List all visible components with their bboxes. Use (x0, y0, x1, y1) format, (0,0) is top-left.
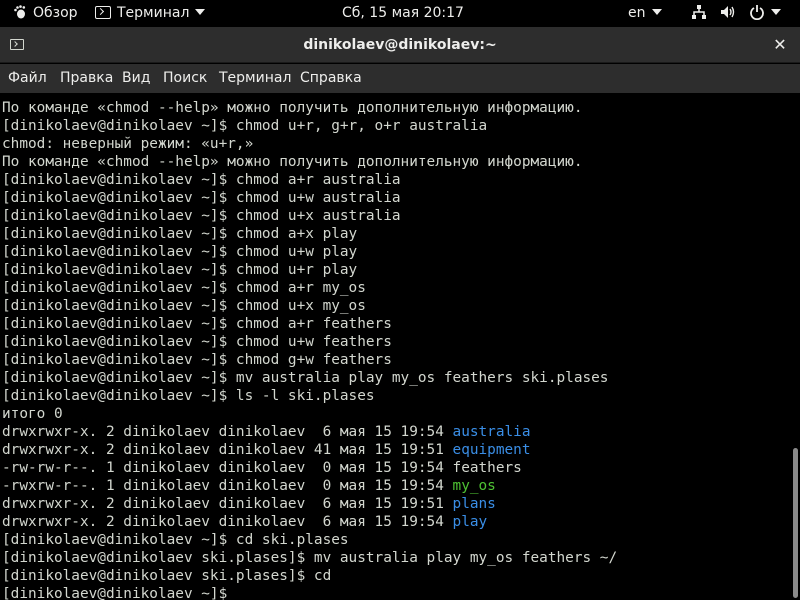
menu-edit[interactable]: Правка (60, 64, 113, 93)
file-name: play (452, 514, 488, 530)
terminal-line: [dinikolaev@dinikolaev ~]$ chmod a+r fea… (2, 315, 617, 333)
terminal-line: [dinikolaev@dinikolaev ~]$ ls -l ski.pla… (2, 387, 617, 405)
line-text: [dinikolaev@dinikolaev ~]$ chmod a+r my_… (2, 280, 366, 296)
terminal-line: По команде «chmod --help» можно получить… (2, 153, 617, 171)
window-title: dinikolaev@dinikolaev:~ (303, 37, 497, 53)
terminal-line: По команде «chmod --help» можно получить… (2, 99, 617, 117)
app-menu-button[interactable]: Терминал (95, 0, 206, 27)
terminal-line: [dinikolaev@dinikolaev ~]$ chmod u+r pla… (2, 261, 617, 279)
line-text: [dinikolaev@dinikolaev ski.plases]$ mv a… (2, 550, 618, 566)
terminal-line: [dinikolaev@dinikolaev ~]$ chmod u+x aus… (2, 207, 617, 225)
line-text: [dinikolaev@dinikolaev ~]$ chmod u+w fea… (2, 334, 392, 350)
terminal-line: [dinikolaev@dinikolaev ~]$ chmod u+w fea… (2, 333, 617, 351)
line-text: По команде «chmod --help» можно получить… (2, 154, 583, 170)
keyboard-layout-indicator[interactable]: en (628, 0, 662, 27)
line-text: [dinikolaev@dinikolaev ~]$ cd ski.plases (2, 532, 349, 548)
terminal-line: -rwxrw-r--. 1 dinikolaev dinikolaev 0 ма… (2, 477, 617, 495)
menu-terminal[interactable]: Терминал (219, 64, 291, 93)
line-text: -rw-rw-r--. 1 dinikolaev dinikolaev 0 ма… (2, 460, 453, 476)
terminal-line: drwxrwxr-x. 2 dinikolaev dinikolaev 41 м… (2, 441, 617, 459)
terminal-line: [dinikolaev@dinikolaev ~]$ chmod u+w aus… (2, 189, 617, 207)
terminal-line: [dinikolaev@dinikolaev ~]$ chmod u+w pla… (2, 243, 617, 261)
line-text: [dinikolaev@dinikolaev ~]$ chmod u+r pla… (2, 262, 358, 278)
chevron-down-icon (771, 9, 781, 15)
line-text: drwxrwxr-x. 2 dinikolaev dinikolaev 6 ма… (2, 424, 453, 440)
line-text: [dinikolaev@dinikolaev ~]$ chmod g+w fea… (2, 352, 392, 368)
menu-bar: Файл Правка Вид Поиск Терминал Справка (0, 64, 800, 93)
line-text: [dinikolaev@dinikolaev ~]$ chmod u+r, g+… (2, 118, 488, 134)
menu-search[interactable]: Поиск (163, 64, 207, 93)
power-icon[interactable] (749, 0, 781, 27)
line-text: итого 0 (2, 406, 63, 422)
line-text: [dinikolaev@dinikolaev ~]$ chmod u+w aus… (2, 190, 401, 206)
file-name: my_os (452, 478, 496, 494)
scrollbar-thumb[interactable] (793, 448, 798, 598)
terminal-lines: По команде «chmod --help» можно получить… (2, 99, 617, 600)
title-bar[interactable]: dinikolaev@dinikolaev:~ ✕ (0, 27, 800, 63)
terminal-line: chmod: неверный режим: «u+r,» (2, 135, 617, 153)
terminal-line: drwxrwxr-x. 2 dinikolaev dinikolaev 6 ма… (2, 495, 617, 513)
line-text: [dinikolaev@dinikolaev ~]$ ls -l ski.pla… (2, 388, 375, 404)
terminal-output[interactable]: По команде «chmod --help» можно получить… (0, 93, 790, 600)
terminal-line: [dinikolaev@dinikolaev ~]$ chmod a+r my_… (2, 279, 617, 297)
terminal-line: итого 0 (2, 405, 617, 423)
terminal-icon (95, 6, 111, 19)
line-text: [dinikolaev@dinikolaev ~]$ chmod a+r fea… (2, 316, 392, 332)
terminal-line: [dinikolaev@dinikolaev ~]$ cd ski.plases (2, 531, 617, 549)
clock[interactable]: Сб, 15 мая 20:17 (342, 0, 464, 27)
activities-label: Обзор (33, 5, 78, 21)
line-text: drwxrwxr-x. 2 dinikolaev dinikolaev 41 м… (2, 442, 453, 458)
menu-view[interactable]: Вид (122, 64, 150, 93)
line-text: [dinikolaev@dinikolaev ~]$ (2, 586, 236, 600)
activities-button[interactable]: Обзор (13, 0, 78, 27)
terminal-line: [dinikolaev@dinikolaev ski.plases]$ mv a… (2, 549, 617, 567)
line-text: drwxrwxr-x. 2 dinikolaev dinikolaev 6 ма… (2, 496, 453, 512)
line-text: chmod: неверный режим: «u+r,» (2, 136, 254, 152)
menu-file[interactable]: Файл (8, 64, 47, 93)
line-text: [dinikolaev@dinikolaev ~]$ chmod a+x pla… (2, 226, 358, 242)
terminal-line: drwxrwxr-x. 2 dinikolaev dinikolaev 6 ма… (2, 423, 617, 441)
terminal-line: [dinikolaev@dinikolaev ~]$ chmod a+x pla… (2, 225, 617, 243)
terminal-line: drwxrwxr-x. 2 dinikolaev dinikolaev 6 ма… (2, 513, 617, 531)
volume-icon[interactable] (720, 0, 736, 27)
terminal-line: [dinikolaev@dinikolaev ~]$ chmod u+x my_… (2, 297, 617, 315)
line-text: По команде «chmod --help» можно получить… (2, 100, 583, 116)
scrollbar[interactable] (790, 93, 800, 600)
line-text: drwxrwxr-x. 2 dinikolaev dinikolaev 6 ма… (2, 514, 453, 530)
menu-help[interactable]: Справка (300, 64, 362, 93)
file-name: plans (452, 496, 496, 512)
terminal-line: [dinikolaev@dinikolaev ~]$ (2, 585, 617, 600)
file-name: australia (452, 424, 531, 440)
line-text: [dinikolaev@dinikolaev ~]$ chmod u+x aus… (2, 208, 401, 224)
line-text: [dinikolaev@dinikolaev ski.plases]$ cd (2, 568, 332, 584)
line-text: [dinikolaev@dinikolaev ~]$ chmod u+x my_… (2, 298, 366, 314)
terminal-line: [dinikolaev@dinikolaev ski.plases]$ cd (2, 567, 617, 585)
file-name: feathers (452, 460, 522, 476)
line-text: [dinikolaev@dinikolaev ~]$ chmod u+w pla… (2, 244, 358, 260)
line-text: [dinikolaev@dinikolaev ~]$ mv australia … (2, 370, 609, 386)
file-name: equipment (452, 442, 531, 458)
chevron-down-icon (195, 9, 206, 15)
close-button[interactable]: ✕ (768, 33, 792, 57)
terminal-line: [dinikolaev@dinikolaev ~]$ chmod a+r aus… (2, 171, 617, 189)
top-bar: Обзор Терминал Сб, 15 мая 20:17 en (0, 0, 800, 27)
network-icon[interactable] (691, 0, 707, 27)
line-text: -rwxrw-r--. 1 dinikolaev dinikolaev 0 ма… (2, 478, 453, 494)
terminal-line: [dinikolaev@dinikolaev ~]$ chmod g+w fea… (2, 351, 617, 369)
terminal-line: [dinikolaev@dinikolaev ~]$ chmod u+r, g+… (2, 117, 617, 135)
app-menu-label: Терминал (117, 5, 190, 21)
terminal-line: -rw-rw-r--. 1 dinikolaev dinikolaev 0 ма… (2, 459, 617, 477)
chevron-down-icon (651, 9, 662, 15)
line-text: [dinikolaev@dinikolaev ~]$ chmod a+r aus… (2, 172, 401, 188)
terminal-line: [dinikolaev@dinikolaev ~]$ mv australia … (2, 369, 617, 387)
terminal-window: dinikolaev@dinikolaev:~ ✕ Файл Правка Ви… (0, 27, 800, 600)
language-label: en (628, 5, 646, 21)
gnome-foot-icon (14, 5, 26, 19)
